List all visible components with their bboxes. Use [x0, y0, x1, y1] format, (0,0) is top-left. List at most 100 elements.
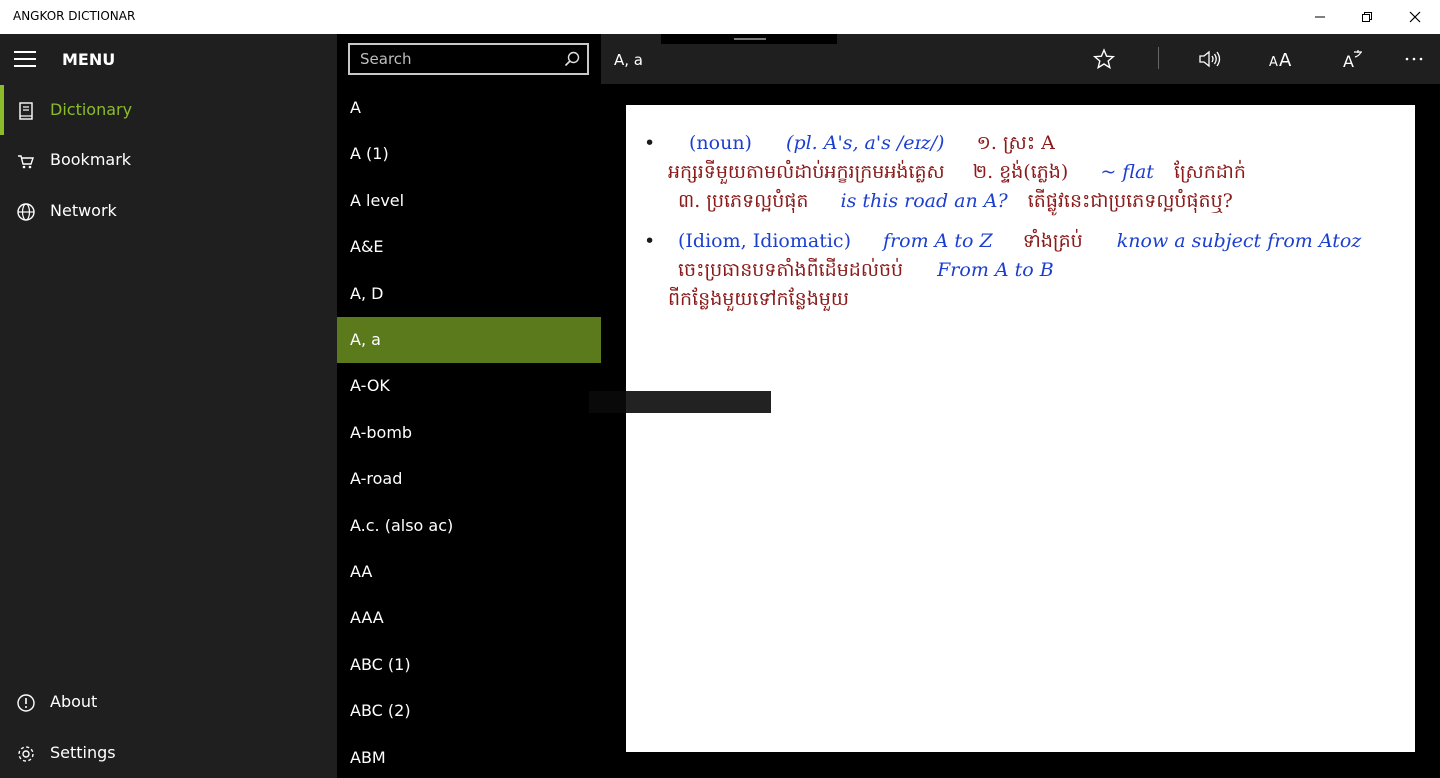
search-box[interactable]: Search: [348, 43, 589, 75]
active-indicator: [0, 85, 4, 135]
close-icon: [1409, 11, 1421, 23]
word-list-item-label: A&E: [350, 237, 384, 257]
menu-label: MENU: [62, 50, 116, 69]
nav-item-label: Bookmark: [50, 150, 132, 169]
nav-item-dictionary[interactable]: Dictionary: [0, 85, 337, 135]
word-list-item-label: A.c. (also ac): [350, 515, 454, 535]
example-road: is this road an A?: [840, 190, 1008, 212]
svg-text:A: A: [1343, 52, 1354, 71]
word-list-item-label: A (1): [350, 144, 389, 164]
font-size-button[interactable]: A A: [1268, 46, 1294, 72]
nav-item-bookmark[interactable]: Bookmark: [0, 135, 337, 185]
idiom-1: from A to Z: [883, 230, 993, 252]
word-list-item-label: ABC (1): [350, 654, 411, 674]
toolbar-separator: [1158, 47, 1159, 69]
sense-1: ១. ស្រះ A: [976, 132, 1055, 154]
word-list-item[interactable]: A&E: [337, 224, 601, 270]
close-button[interactable]: [1392, 0, 1438, 34]
globe-icon: [17, 203, 35, 221]
speaker-icon: [1199, 50, 1221, 68]
translate-button[interactable]: A: [1340, 46, 1366, 72]
word-list-item[interactable]: A, D: [337, 271, 601, 317]
word-list-item[interactable]: ABC (2): [337, 688, 601, 734]
star-icon: [1093, 48, 1115, 70]
idiom-1-example: know a subject from Atoz: [1116, 230, 1362, 252]
idiom-group: • (Idiom, Idiomatic) from A to Z ទាំងគ្រ…: [644, 227, 1404, 317]
translate-icon: A: [1343, 50, 1362, 71]
sense-2: ២. ខ្ទង់(ភ្លេង): [972, 161, 1069, 183]
restore-icon: [1362, 12, 1372, 22]
nav-item-about[interactable]: About: [0, 677, 337, 727]
tooltip-overlay: [589, 391, 771, 413]
plural-form: (pl. A's, a's /eɪz/): [786, 132, 945, 154]
nav-header: MENU: [0, 34, 337, 84]
word-list-item-label: A level: [350, 190, 405, 210]
nav-item-settings[interactable]: Settings: [0, 728, 337, 778]
gear-icon: [18, 746, 34, 762]
sense-3: ៣. ប្រភេទល្អបំផុត: [678, 190, 809, 212]
minimize-icon: [1315, 16, 1325, 18]
word-list-item-label: A, a: [350, 330, 381, 349]
navigation-pane: MENU Dictionary Bookmark Network About S…: [0, 34, 337, 778]
word-list-item[interactable]: A.c. (also ac): [337, 503, 601, 549]
word-list-item-label: A, D: [350, 283, 384, 303]
sense-1-text: អក្សរទីមួយតាមលំដាប់អក្ខរក្រមអង់គ្លេស: [668, 161, 945, 183]
word-list-item-label: AA: [350, 562, 373, 581]
definition-page: • (noun) (pl. A's, a's /eɪz/) ១. ស្រះ A …: [626, 105, 1415, 752]
word-list-item[interactable]: A: [337, 85, 601, 131]
svg-text:A: A: [1269, 55, 1278, 70]
bookmark-button[interactable]: [1091, 46, 1117, 72]
nav-item-label: About: [50, 692, 98, 711]
title-bar: ANGKOR DICTIONAR: [0, 0, 1440, 34]
word-list-item[interactable]: A (1): [337, 131, 601, 177]
nav-item-label: Dictionary: [50, 100, 133, 119]
bullet: •: [644, 132, 656, 154]
command-bar: A, a A A A: [601, 34, 1440, 84]
restore-button[interactable]: [1344, 0, 1390, 34]
idiom-1-translation: ទាំងគ្រប់: [1022, 230, 1083, 252]
word-list-item[interactable]: A level: [337, 178, 601, 224]
app-title: ANGKOR DICTIONAR: [13, 9, 136, 23]
word-list-item[interactable]: A-bomb: [337, 410, 601, 456]
word-list-item[interactable]: A-road: [337, 456, 601, 502]
idiom-1-example-translation: ចេះប្រធានបទតាំងពីដើមដល់ចប់: [678, 259, 904, 281]
word-list-item-label: ABC (2): [350, 701, 411, 721]
info-icon: [17, 694, 35, 712]
search-icon[interactable]: [564, 51, 580, 67]
example-flat: ~ flat: [1100, 161, 1154, 183]
example-road-translation: តើផ្លូវនេះជាប្រភេទល្អបំផុតឬ?: [1027, 190, 1233, 212]
word-list-item-label: A: [350, 98, 361, 117]
idiom-2: From A to B: [937, 259, 1054, 281]
word-list-item[interactable]: AAA: [337, 595, 601, 641]
more-icon: [1405, 57, 1423, 61]
word-list-item[interactable]: A-OK: [337, 363, 601, 409]
word-list-item[interactable]: A, a: [337, 317, 601, 363]
more-button[interactable]: [1401, 46, 1427, 72]
minimize-button[interactable]: [1297, 0, 1343, 34]
nav-item-label: Network: [50, 201, 117, 220]
word-list-pane: Search A A (1) A level A&E A, D A, a A-OK A-bom…: [337, 34, 601, 778]
example-flat-translation: ស្រែកដាក់: [1173, 161, 1246, 183]
svg-text:A: A: [1279, 50, 1292, 70]
search-input[interactable]: Search: [360, 50, 412, 68]
word-list-item-label: AAA: [350, 608, 384, 628]
part-of-speech: (Idiom, Idiomatic): [678, 230, 851, 252]
entry-headword: A, a: [614, 51, 643, 69]
splitter-grip[interactable]: [661, 34, 837, 44]
word-list-item-label: A-OK: [350, 376, 390, 396]
idiom-2-translation: ពីកន្លែងមួយទៅកន្លែងមួយ: [668, 288, 849, 310]
basket-icon: [18, 155, 34, 169]
font-size-icon: A A: [1269, 50, 1292, 70]
nav-item-label: Settings: [50, 743, 116, 762]
word-list-item[interactable]: ABM: [337, 735, 601, 778]
word-list-item[interactable]: AA: [337, 549, 601, 595]
part-of-speech: (noun): [689, 132, 752, 154]
nav-item-network[interactable]: Network: [0, 186, 337, 236]
bullet: •: [644, 230, 656, 252]
word-list-item-label: ABM: [350, 747, 386, 767]
pronounce-button[interactable]: [1197, 46, 1223, 72]
word-list-item-label: A-road: [350, 469, 403, 489]
book-icon: [19, 102, 33, 120]
hamburger-menu-icon[interactable]: [14, 51, 36, 67]
word-list-item[interactable]: ABC (1): [337, 642, 601, 688]
